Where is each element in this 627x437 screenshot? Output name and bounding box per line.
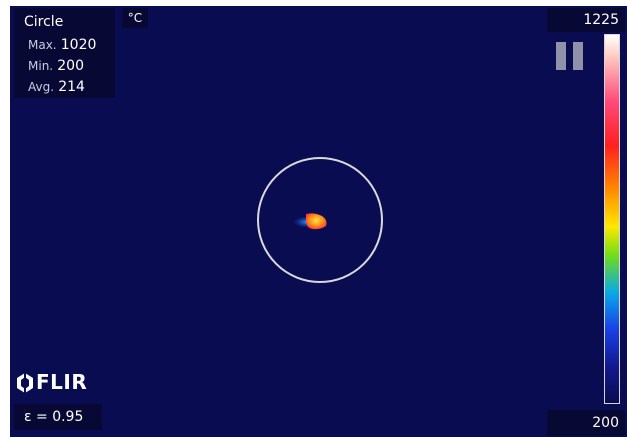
flir-logo-icon	[17, 373, 33, 393]
flir-logo-text: FLIR	[36, 370, 88, 394]
emissivity-label: ε = 0.95	[14, 404, 102, 430]
hotspot	[306, 213, 327, 230]
flir-logo: FLIR	[16, 370, 112, 396]
thermal-viewport[interactable]: Circle Max. 1020 Min. 200 Avg. 214 °C 12…	[10, 6, 627, 437]
